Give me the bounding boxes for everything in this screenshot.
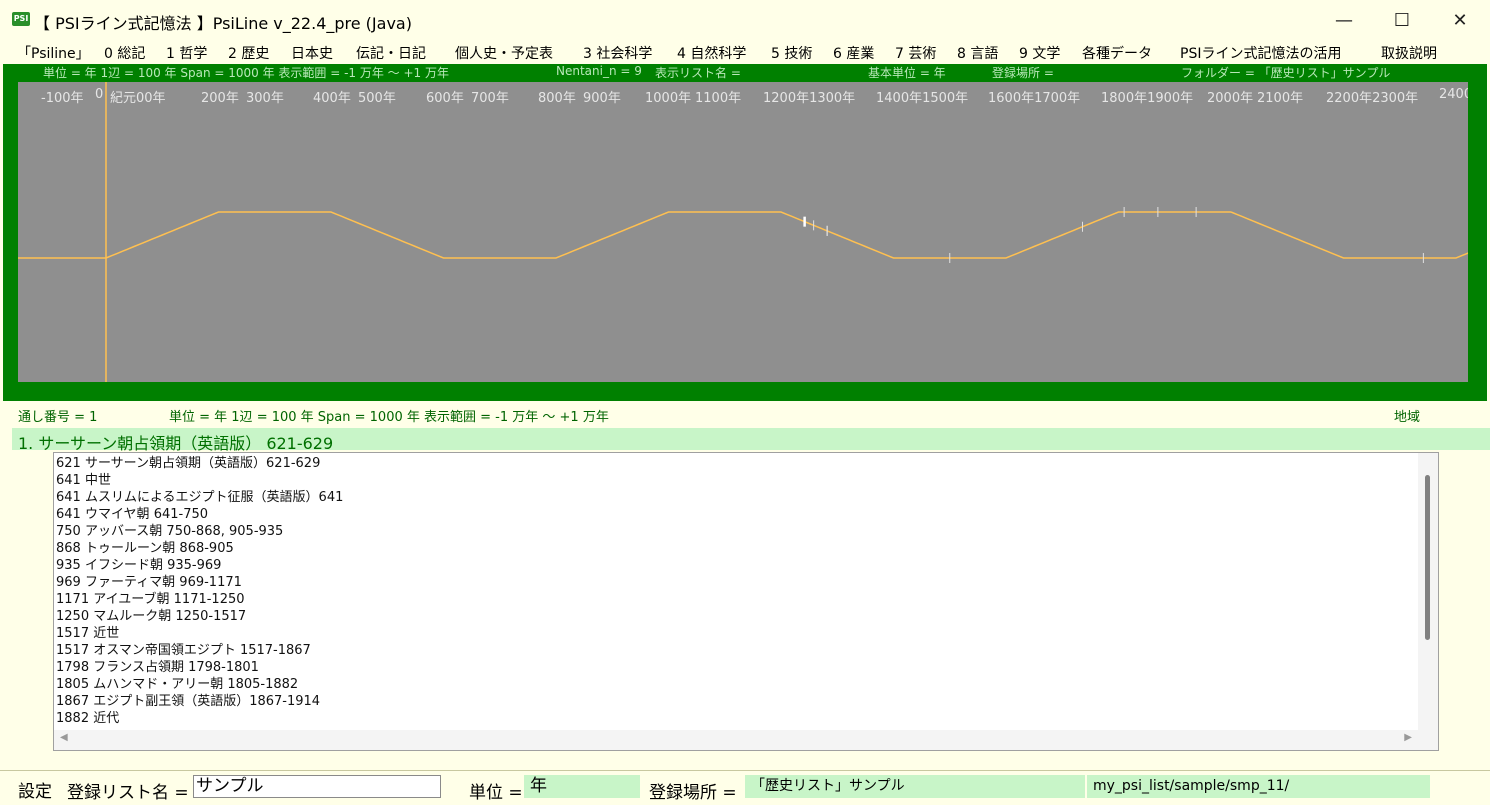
location-value: 「歴史リスト」サンプル [745, 775, 1085, 798]
maximize-button[interactable]: ☐ [1373, 0, 1431, 40]
psi-line-segment [758, 211, 1231, 259]
chart-panel: 単位 = 年 1辺 = 100 年 Span = 1000 年 表示範囲 = -… [3, 64, 1487, 401]
horizontal-scrollbar[interactable]: ◀ ▶ [54, 730, 1438, 750]
psi-line-chart [18, 82, 1468, 382]
scroll-left-icon[interactable]: ◀ [60, 732, 68, 743]
scroll-right-icon[interactable]: ▶ [1404, 732, 1412, 743]
menu-history[interactable]: 2 歴史 [228, 43, 269, 63]
status-unit-info: 単位 = 年 1辺 = 100 年 Span = 1000 年 表示範囲 = -… [169, 410, 609, 425]
list-item[interactable]: 621 サーサーン朝占領期（英語版）621-629 [56, 455, 1418, 472]
event-list[interactable]: 621 サーサーン朝占領期（英語版）621-629 641 中世 641 ムスリ… [53, 452, 1439, 751]
app-icon: PSI [12, 12, 30, 26]
menu-industry[interactable]: 6 産業 [833, 43, 874, 63]
list-item[interactable]: 868 トゥールーン朝 868-905 [56, 540, 1418, 557]
chart-list-name: 表示リスト名 = [655, 66, 741, 80]
menu-japanese-history[interactable]: 日本史 [291, 43, 333, 63]
psi-line-segment [1230, 211, 1468, 259]
menu-arts[interactable]: 7 芸術 [895, 43, 936, 63]
vertical-scrollbar[interactable] [1418, 453, 1438, 731]
list-item[interactable]: 1517 オスマン帝国領エジプト 1517-1867 [56, 642, 1418, 659]
list-item[interactable]: 1171 アイユーブ朝 1171-1250 [56, 591, 1418, 608]
list-item[interactable]: 750 アッバース朝 750-868, 905-935 [56, 523, 1418, 540]
psi-line-segment [105, 211, 759, 259]
selected-item-bar: 1. サーサーン朝占領期（英語版） 621-629 [12, 428, 1490, 453]
path-value: my_psi_list/sample/smp_11/ [1087, 775, 1430, 798]
list-item[interactable]: 1250 マムルーク朝 1250-1517 [56, 608, 1418, 625]
chart-unit-info: 単位 = 年 1辺 = 100 年 Span = 1000 年 表示範囲 = -… [43, 66, 449, 80]
menu-various-data[interactable]: 各種データ [1082, 43, 1152, 63]
event-list-items: 621 サーサーン朝占領期（英語版）621-629 641 中世 641 ムスリ… [56, 455, 1418, 731]
menu-psiline[interactable]: 「Psiline」 [17, 43, 90, 63]
menu-social-science[interactable]: 3 社会科学 [583, 43, 652, 63]
minimize-button[interactable]: — [1315, 0, 1373, 40]
menu-bar: 「Psiline」 0 総記 1 哲学 2 歴史 日本史 伝記・日記 個人史・予… [0, 40, 1490, 64]
list-name-input[interactable]: サンプル [193, 775, 441, 798]
menu-philosophy[interactable]: 1 哲学 [166, 43, 207, 63]
menu-natural-science[interactable]: 4 自然科学 [677, 43, 746, 63]
unit-value: 年 [524, 775, 640, 798]
unit-label: 単位 = [469, 783, 523, 803]
menu-personal-history[interactable]: 個人史・予定表 [455, 43, 553, 63]
menu-manual[interactable]: 取扱説明 [1381, 43, 1437, 63]
menu-biography[interactable]: 伝記・日記 [356, 43, 426, 63]
list-item[interactable]: 1805 ムハンマド・アリー朝 1805-1882 [56, 676, 1418, 693]
menu-technology[interactable]: 5 技術 [771, 43, 812, 63]
menu-general[interactable]: 0 総記 [104, 43, 145, 63]
selected-item-label: 1. サーサーン朝占領期（英語版） 621-629 [18, 434, 334, 453]
menu-literature[interactable]: 9 文学 [1019, 43, 1060, 63]
list-item[interactable]: 935 イフシード朝 935-969 [56, 557, 1418, 574]
psi-line-segment [18, 257, 106, 259]
list-item[interactable]: 641 ムスリムによるエジプト征服（英語版）641 [56, 489, 1418, 506]
close-button[interactable]: ✕ [1431, 0, 1489, 40]
region-label: 地域 [1394, 410, 1421, 425]
list-item[interactable]: 1882 近代 [56, 710, 1418, 727]
serial-number: 通し番号 = 1 [18, 410, 98, 425]
settings-button[interactable]: 設定 [18, 777, 52, 802]
window-title: 【 PSIライン式記憶法 】PsiLine v_22.4_pre (Java) [34, 14, 412, 33]
title-bar: PSI 【 PSIライン式記憶法 】PsiLine v_22.4_pre (Ja… [0, 0, 1490, 40]
list-item[interactable]: 641 中世 [56, 472, 1418, 489]
settings-bar: 設定 登録リスト名 = サンプル 単位 = 年 登録場所 = 「歴史リスト」サン… [0, 770, 1490, 805]
chart-nentani: Nentani_n = 9 [556, 64, 642, 78]
list-item[interactable]: 1798 フランス占領期 1798-1801 [56, 659, 1418, 676]
list-item[interactable]: 1517 近世 [56, 625, 1418, 642]
list-item[interactable]: 1867 エジプト副王領（英語版）1867-1914 [56, 693, 1418, 710]
vertical-scroll-thumb[interactable] [1425, 475, 1430, 640]
chart-folder: フォルダー = 「歴史リスト」サンプル [1181, 66, 1391, 80]
list-name-label: 登録リスト名 = [67, 783, 189, 803]
menu-usage[interactable]: PSIライン式記憶法の活用 [1180, 43, 1341, 63]
list-item[interactable]: 969 ファーティマ朝 969-1171 [56, 574, 1418, 591]
chart-location: 登録場所 = [992, 66, 1054, 80]
chart-base-unit: 基本単位 = 年 [868, 66, 946, 80]
list-item[interactable]: 641 ウマイヤ朝 641-750 [56, 506, 1418, 523]
location-label: 登録場所 = [649, 783, 737, 803]
timeline-canvas[interactable]: -100年 0 紀元00年 200年 300年 400年 500年 600年 7… [18, 82, 1468, 382]
menu-language[interactable]: 8 言語 [957, 43, 998, 63]
